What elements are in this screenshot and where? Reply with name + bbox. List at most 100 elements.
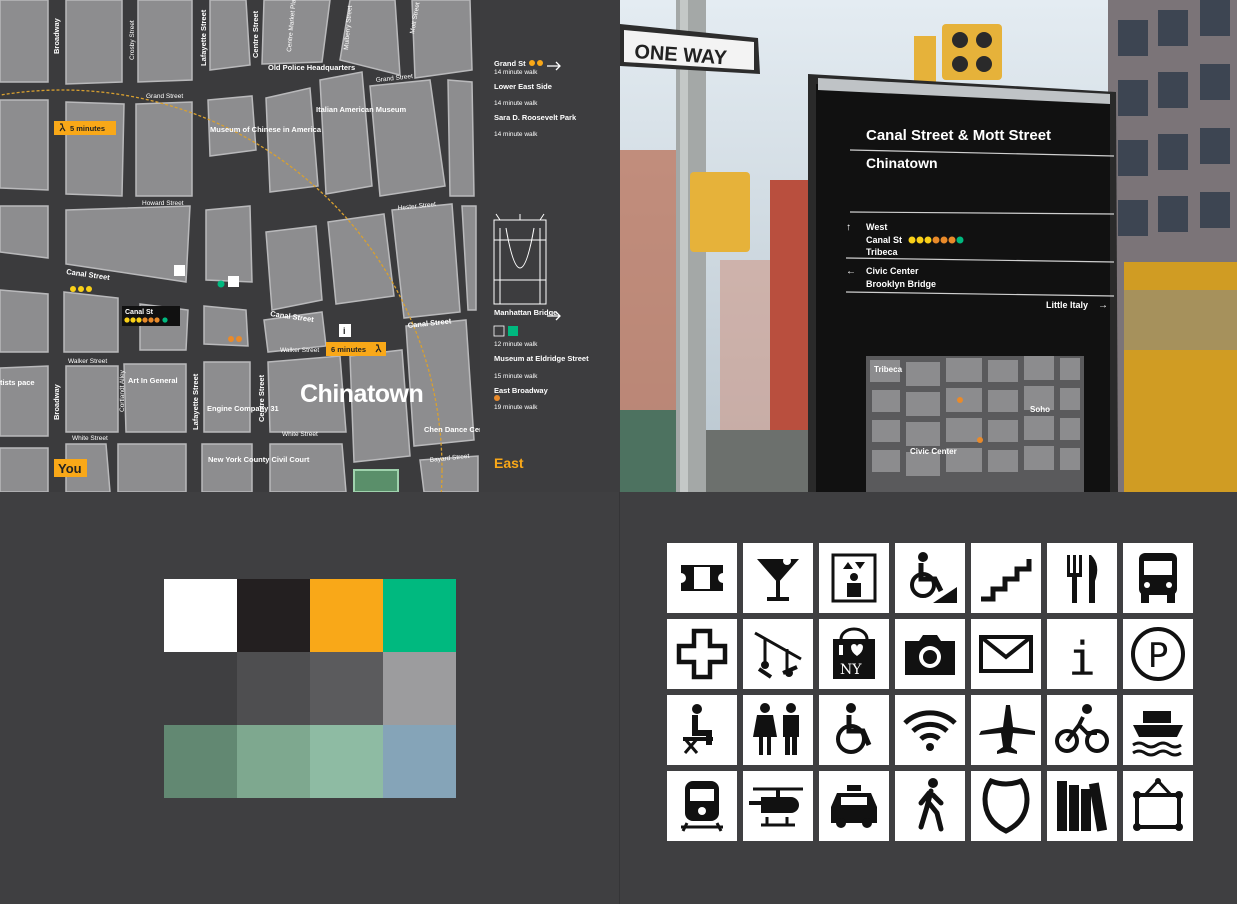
street-map: Broadway Crosby Street Lafayette Street … [0,0,620,492]
stairs-icon [971,543,1041,613]
color-swatch [383,579,456,652]
police-icon [971,771,1041,841]
street-scene: ONE WAY Canal Street & Mott Street China… [620,0,1237,492]
color-swatch [383,652,456,725]
street-label: Walker Street [68,358,107,365]
restroom-icon-glyph [753,703,799,755]
destination-title: Lower East Side [494,82,552,91]
kiosk-direction: Brooklyn Bridge [866,279,936,289]
info-marker-letter: i [343,326,346,336]
stairs-icon-glyph [981,559,1032,602]
bicycle-icon [1047,695,1117,765]
color-swatch [310,579,383,652]
bus-icon-glyph [1139,553,1177,603]
mini-map-label: Soho [1030,405,1050,414]
walk-6-label: 6 minutes [331,345,366,354]
destination-walk: 19 minute walk [494,404,538,411]
color-swatch [164,725,237,798]
street-label: Broadway [52,383,61,420]
arrow-left-icon: ← [846,266,856,277]
destination-walk: 12 minute walk [494,341,538,348]
playground-icon [743,619,813,689]
taxi-icon [819,771,889,841]
cocktail-icon [743,543,813,613]
ny-text: NY [840,662,862,678]
parking-icon: P [1123,619,1193,689]
arrow-right-icon: → [1098,300,1108,311]
hospital-icon-glyph [676,628,728,680]
poi-label: New York County Civil Court [208,455,310,464]
color-swatch [164,579,237,652]
pictogram-set: NY i P [620,492,1237,904]
kiosk-photo: ONE WAY Canal Street & Mott Street China… [620,0,1237,492]
palette-grid [164,579,456,798]
poi-label: Old Police Headquarters [268,63,355,72]
street-label: White Street [72,435,108,442]
ferry-icon-glyph [1132,711,1183,757]
airport-icon [971,695,1041,765]
parking-icon-glyph: P [1131,627,1185,681]
destination-title: Grand St [494,59,526,68]
destination-title: Sara D. Roosevelt Park [494,113,577,122]
poi-label: Italian American Museum [316,105,406,114]
heliport-icon-glyph [749,787,803,827]
poi-label: Art In General [128,376,178,385]
destination-title: Museum at Eldridge Street [494,354,589,363]
street-label: Walker Street [280,347,319,354]
walk-5-label: 5 minutes [70,124,105,133]
accessible-ramp-icon-glyph [910,552,957,603]
arrow-up-icon: ↑ [846,222,851,233]
color-swatch [237,579,310,652]
playground-icon-glyph [754,631,802,679]
kiosk-direction: Little Italy [1046,300,1088,310]
destination-walk: 14 minute walk [494,131,538,138]
poi-label: Museum of Chinese in America [210,125,322,134]
street-label: Lafayette Street [191,373,200,430]
destination-walk: 14 minute walk [494,100,538,107]
elevator-icon [819,543,889,613]
neighborhood-label: Chinatown [300,380,423,408]
destination-title: East Broadway [494,386,549,395]
train-icon [667,771,737,841]
street-label: Cortlandt Alley [119,369,126,412]
restaurant-icon-glyph [1067,555,1098,603]
street-label: Centre Street [251,10,260,58]
color-palette [0,492,620,904]
destination-walk: 14 minute walk [494,69,538,76]
train-icon-glyph [681,781,723,832]
icon-grid: NY i P [667,543,1193,844]
street-label: Centre Street [257,374,266,422]
mini-map-label: Civic Center [910,447,957,456]
airport-icon-glyph [979,705,1035,754]
street-label: Howard Street [142,200,184,207]
kiosk-direction: Canal St [866,235,902,245]
information-icon: i [1047,619,1117,689]
kiosk-direction: West [866,222,887,232]
wheelchair-icon [819,695,889,765]
kiosk-direction: Civic Center [866,266,919,276]
mini-map-label: Tribeca [874,365,903,374]
heliport-icon [743,771,813,841]
station-label: Canal St [125,309,154,316]
park-block [353,469,399,492]
mail-icon-glyph [979,635,1033,673]
poi-label: Engine Company 31 [207,404,279,413]
library-icon [1047,771,1117,841]
i-love-ny-shopping-icon: NY [819,619,889,689]
kiosk-mini-map [866,356,1084,492]
chinatown-map: Broadway Crosby Street Lafayette Street … [0,0,620,492]
restaurant-icon [1047,543,1117,613]
restroom-icon [743,695,813,765]
taxi-icon-glyph [831,785,877,828]
info-letter: i [1068,632,1096,686]
ticket-icon [667,543,737,613]
subway-entrance-icon [174,265,185,276]
cocktail-icon-glyph [757,557,799,601]
color-swatch [310,725,383,798]
kiosk-title: Canal Street & Mott Street [866,127,1051,144]
color-swatch [237,652,310,725]
you-are-here-label: You [58,461,82,476]
bus-icon [1123,543,1193,613]
bicycle-icon-glyph [1055,704,1109,753]
ticket-icon-glyph [681,565,723,591]
